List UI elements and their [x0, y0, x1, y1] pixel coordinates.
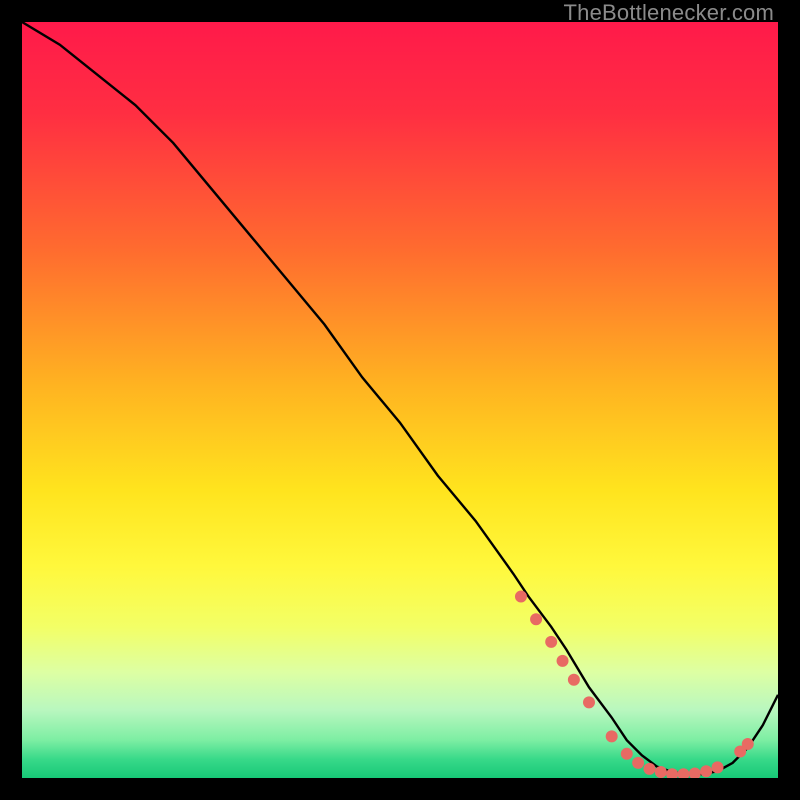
curve-marker — [712, 761, 724, 773]
curve-marker — [583, 696, 595, 708]
curve-marker — [530, 613, 542, 625]
chart-background — [22, 22, 778, 778]
curve-marker — [606, 730, 618, 742]
watermark-text: TheBottlenecker.com — [564, 0, 774, 26]
chart-svg — [22, 22, 778, 778]
curve-marker — [545, 636, 557, 648]
curve-marker — [568, 674, 580, 686]
curve-marker — [742, 738, 754, 750]
chart-frame — [22, 22, 778, 778]
curve-marker — [655, 766, 667, 778]
curve-marker — [700, 765, 712, 777]
curve-marker — [632, 757, 644, 769]
curve-marker — [643, 763, 655, 775]
curve-marker — [515, 591, 527, 603]
curve-marker — [557, 655, 569, 667]
curve-marker — [621, 748, 633, 760]
